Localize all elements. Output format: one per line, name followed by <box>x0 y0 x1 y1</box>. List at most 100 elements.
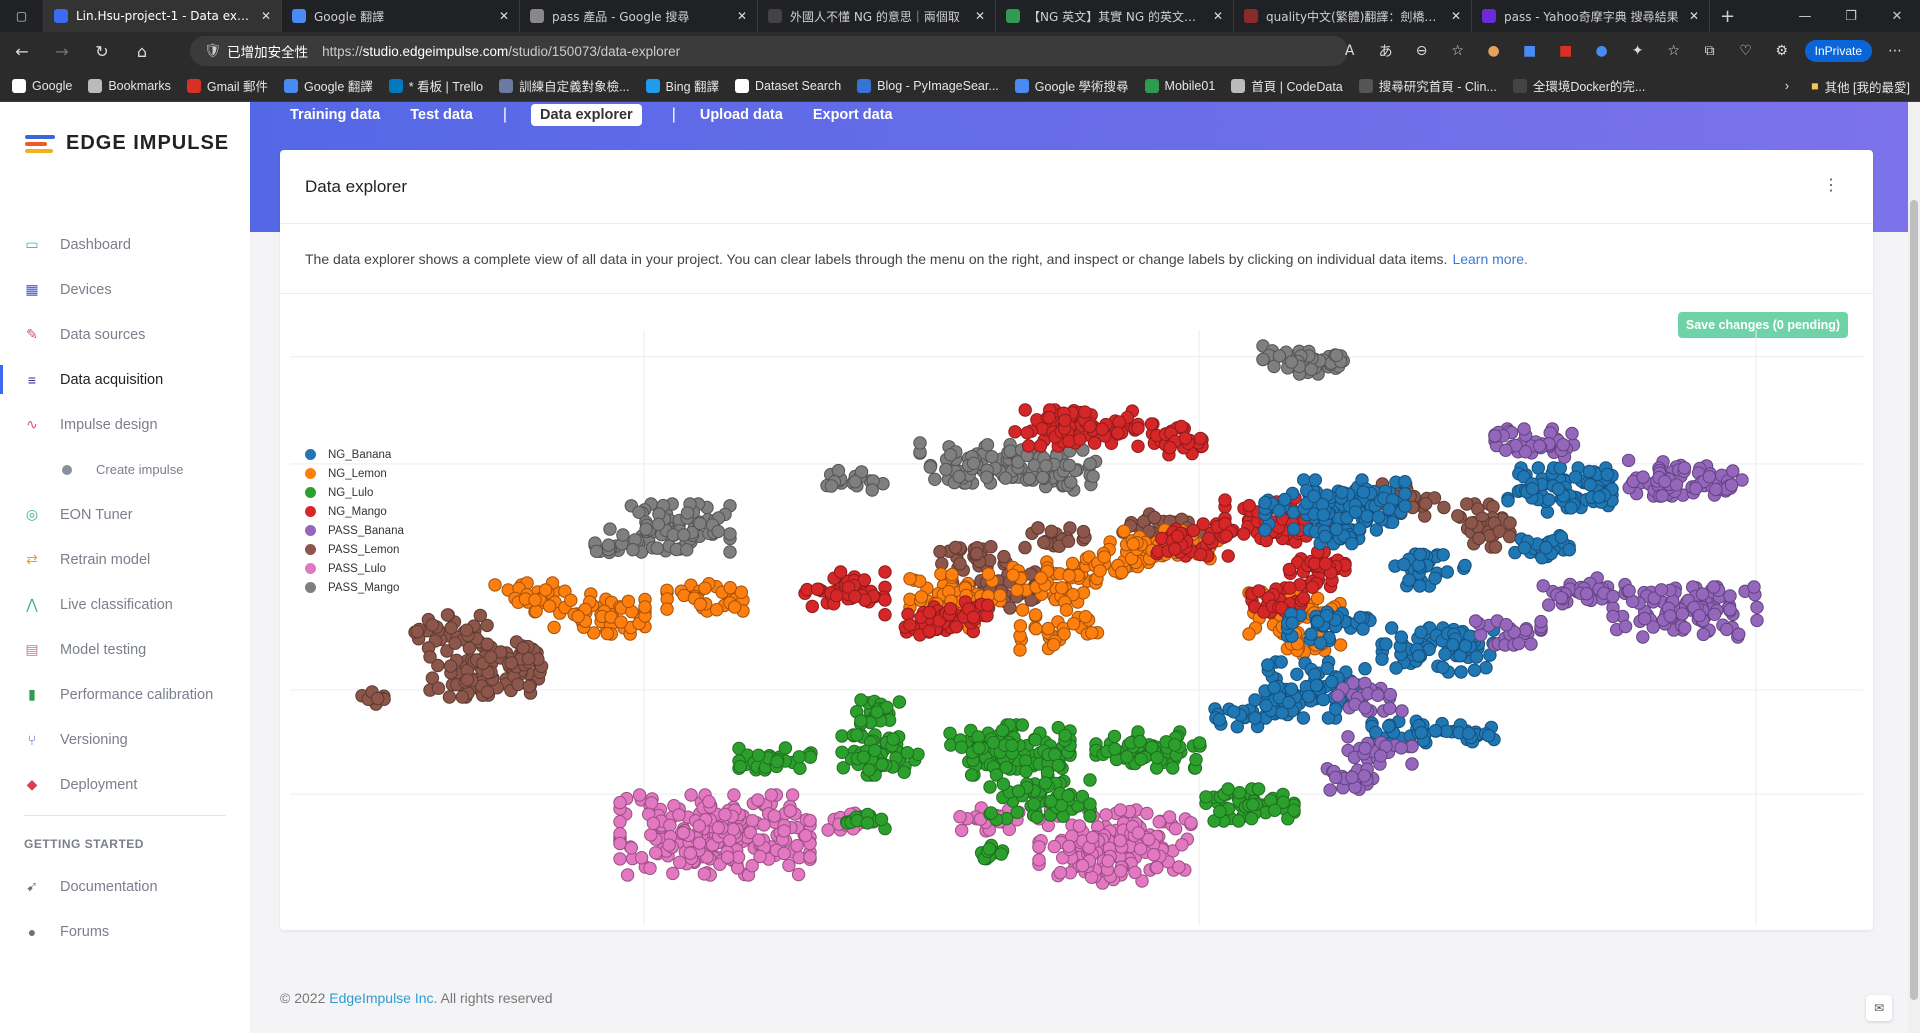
data-point[interactable] <box>1582 464 1597 479</box>
sidebar-item-eon-tuner[interactable]: ◎ EON Tuner <box>0 492 250 537</box>
data-point[interactable] <box>649 846 663 860</box>
data-point[interactable] <box>1414 625 1428 639</box>
data-point[interactable] <box>751 793 765 807</box>
data-point[interactable] <box>698 581 712 595</box>
data-point[interactable] <box>1113 833 1127 848</box>
data-point[interactable] <box>1086 469 1100 484</box>
data-point[interactable] <box>1479 661 1493 675</box>
data-point[interactable] <box>1155 531 1169 546</box>
data-point[interactable] <box>1307 489 1321 504</box>
data-point[interactable] <box>983 780 997 794</box>
data-point[interactable] <box>693 516 707 531</box>
data-point[interactable] <box>952 469 966 484</box>
bookmark-item[interactable]: Blog - PyImageSear... <box>857 78 999 93</box>
data-point[interactable] <box>835 745 849 759</box>
data-point[interactable] <box>1083 797 1097 811</box>
data-point[interactable] <box>1147 510 1162 525</box>
data-point[interactable] <box>660 602 674 616</box>
data-point[interactable] <box>1536 579 1550 593</box>
data-point[interactable] <box>1341 730 1355 744</box>
data-point[interactable] <box>683 846 697 860</box>
data-point[interactable] <box>777 824 791 838</box>
data-point[interactable] <box>1184 816 1198 830</box>
data-point[interactable] <box>966 456 981 471</box>
data-point[interactable] <box>1221 549 1235 563</box>
data-point[interactable] <box>953 810 967 824</box>
data-point[interactable] <box>480 618 494 633</box>
data-point[interactable] <box>1309 678 1324 692</box>
data-point[interactable] <box>1358 662 1372 676</box>
data-point[interactable] <box>1398 475 1412 489</box>
data-point[interactable] <box>1517 422 1531 436</box>
data-point[interactable] <box>571 609 585 624</box>
data-point[interactable] <box>727 788 741 802</box>
data-point[interactable] <box>1062 458 1076 473</box>
data-point[interactable] <box>1248 711 1262 725</box>
data-point[interactable] <box>943 602 958 616</box>
data-point[interactable] <box>1750 613 1764 628</box>
data-point[interactable] <box>1464 516 1479 530</box>
data-point[interactable] <box>1114 864 1128 878</box>
zoom-icon[interactable]: ⊖ <box>1409 38 1435 64</box>
data-point[interactable] <box>1258 495 1272 510</box>
data-point[interactable] <box>1152 815 1166 829</box>
data-point[interactable] <box>529 604 543 618</box>
data-point[interactable] <box>1021 439 1036 453</box>
sidebar-item-devices[interactable]: ▦ Devices <box>0 267 250 312</box>
data-point[interactable] <box>702 795 716 809</box>
data-point[interactable] <box>1702 470 1717 484</box>
data-point[interactable] <box>1428 724 1443 738</box>
data-point[interactable] <box>1150 751 1164 765</box>
data-point[interactable] <box>1323 783 1337 797</box>
data-point[interactable] <box>1618 619 1633 634</box>
data-point[interactable] <box>1013 619 1028 633</box>
data-point[interactable] <box>1532 439 1547 453</box>
data-point[interactable] <box>874 812 889 826</box>
data-point[interactable] <box>1166 761 1180 775</box>
data-point[interactable] <box>1140 806 1154 821</box>
data-point[interactable] <box>692 836 707 850</box>
data-point[interactable] <box>1193 431 1208 446</box>
data-point[interactable] <box>1655 489 1669 503</box>
data-point[interactable] <box>1219 529 1233 543</box>
chevron-right-icon[interactable]: › <box>1785 79 1789 93</box>
data-point[interactable] <box>1015 603 1030 617</box>
data-point[interactable] <box>1358 701 1372 715</box>
data-point[interactable] <box>1468 614 1483 628</box>
data-point[interactable] <box>1689 481 1703 496</box>
data-point[interactable] <box>1213 804 1227 819</box>
data-point[interactable] <box>933 544 947 559</box>
data-point[interactable] <box>1168 822 1183 836</box>
data-point[interactable] <box>1348 505 1363 519</box>
data-point[interactable] <box>1301 689 1316 704</box>
data-point[interactable] <box>632 505 646 520</box>
data-point[interactable] <box>1062 434 1076 448</box>
data-point[interactable] <box>790 839 804 853</box>
shield-extension-icon[interactable]: ● <box>1589 38 1615 64</box>
bookmark-item[interactable]: 搜尋研究首頁 - Clin... <box>1358 76 1497 95</box>
data-point[interactable] <box>1033 439 1048 453</box>
data-point[interactable] <box>1564 501 1578 515</box>
data-point[interactable] <box>1709 482 1723 497</box>
data-point[interactable] <box>1305 580 1320 594</box>
data-point[interactable] <box>1117 524 1131 538</box>
data-point[interactable] <box>1256 352 1270 367</box>
data-point[interactable] <box>900 746 915 760</box>
data-point[interactable] <box>1287 522 1301 536</box>
data-point[interactable] <box>1199 790 1213 804</box>
data-point[interactable] <box>460 673 475 687</box>
data-point[interactable] <box>805 599 819 614</box>
data-point[interactable] <box>999 760 1013 775</box>
data-point[interactable] <box>1066 617 1081 631</box>
data-point[interactable] <box>791 867 806 882</box>
data-point[interactable] <box>626 543 640 557</box>
data-point[interactable] <box>1221 782 1235 796</box>
data-point[interactable] <box>1542 598 1556 612</box>
performance-icon[interactable]: ⚙ <box>1769 38 1795 64</box>
data-point[interactable] <box>1419 497 1433 511</box>
data-point[interactable] <box>1707 580 1721 594</box>
data-point[interactable] <box>723 581 737 595</box>
data-point[interactable] <box>986 735 1000 750</box>
data-point[interactable] <box>1413 547 1427 562</box>
data-point[interactable] <box>1382 719 1396 733</box>
